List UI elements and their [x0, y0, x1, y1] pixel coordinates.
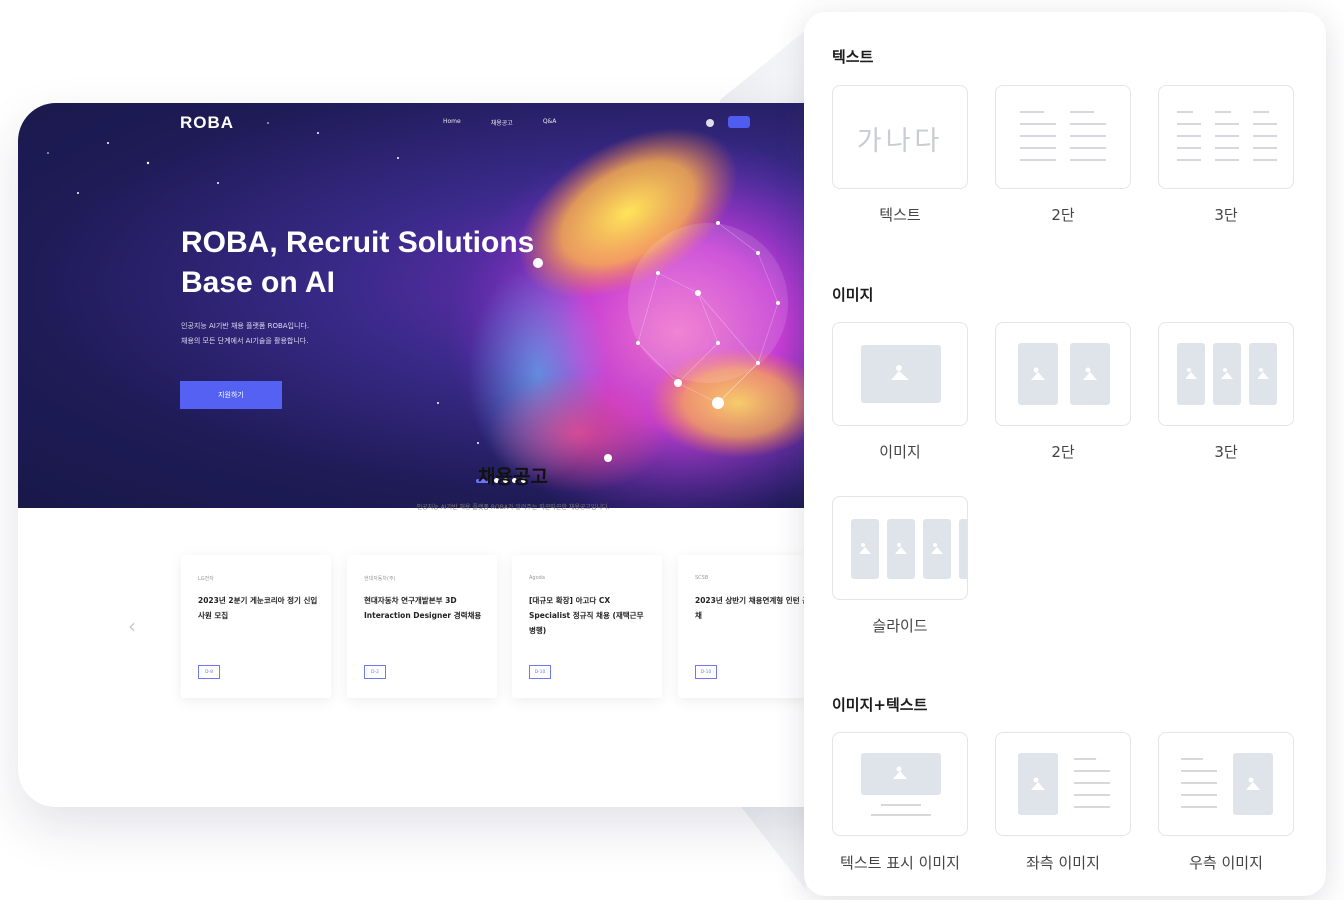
tile-label-image-2col: 2단 [1051, 443, 1075, 461]
three-column-text-icon [1177, 111, 1277, 161]
right-image-text-icon [1181, 753, 1273, 815]
section-title-image-text: 이미지+텍스트 [832, 696, 928, 714]
chevron-left-icon[interactable]: ‹ [128, 614, 136, 638]
layout-block-panel: 텍스트 가나다 텍스트 2단 3단 이미지 이미지 2단 3단 슬라이드 이미지… [804, 12, 1326, 896]
text-sample: 가나다 [856, 126, 944, 157]
image-placeholder-icon [861, 345, 941, 403]
tile-text[interactable]: 가나다 [832, 85, 968, 189]
job-title: 2023년 2분기 게눈코리아 정기 신입사원 모집 [198, 596, 318, 620]
tile-image-3col[interactable] [1158, 322, 1294, 426]
two-image-icon [1018, 343, 1110, 405]
section-title-text: 텍스트 [832, 48, 874, 66]
jobs-subtitle: 인공지능 AI기반 채용 플랫폼 ROBA가 알려주는 따끈따끈한 채용공고입니… [416, 504, 610, 511]
job-company: 현대자동차(주) [364, 576, 396, 582]
dday-badge: D-10 [695, 665, 717, 679]
job-title: 2023년 상반기 채용연계형 인턴 공채 [695, 596, 810, 620]
tile-label-image: 이미지 [879, 443, 921, 461]
tile-right-image[interactable] [1158, 732, 1294, 836]
tile-label-image-3col: 3단 [1214, 443, 1238, 461]
tile-left-image[interactable] [995, 732, 1131, 836]
tile-label-text: 텍스트 [879, 206, 921, 224]
tile-label-caption-image: 텍스트 표시 이미지 [840, 854, 960, 872]
tile-image-2col[interactable] [995, 322, 1131, 426]
slide-image-icon [851, 519, 967, 579]
left-image-text-icon [1018, 753, 1110, 815]
tile-label-2col: 2단 [1051, 206, 1075, 224]
jobs-section: 채용공고 인공지능 AI기반 채용 플랫폼 ROBA가 알려주는 따끈따끈한 채… [18, 103, 898, 714]
job-company: Agoda [529, 575, 545, 581]
image-caption-icon [861, 753, 941, 816]
tile-label-slide: 슬라이드 [872, 617, 928, 635]
jobs-title: 채용공고 [478, 466, 548, 488]
section-title-image: 이미지 [832, 286, 874, 304]
job-company: SCSB [695, 575, 709, 581]
job-card[interactable]: LG전자 2023년 2분기 게눈코리아 정기 신입사원 모집 D-8 [181, 555, 331, 698]
job-card[interactable]: 현대자동차(주) 현대자동차 연구개발본부 3D Interaction Des… [347, 555, 497, 698]
three-image-icon [1177, 343, 1277, 405]
tile-label-right-image: 우측 이미지 [1189, 854, 1263, 872]
dday-badge: D-8 [198, 665, 220, 679]
tile-label-left-image: 좌측 이미지 [1026, 854, 1100, 872]
tile-image-slide[interactable] [832, 496, 968, 600]
job-company: LG전자 [198, 576, 214, 582]
job-card[interactable]: Agoda [대규모 확장] 아고다 CX Specialist 정규직 채용 … [512, 555, 662, 698]
tile-text-3col[interactable] [1158, 85, 1294, 189]
job-title: 현대자동차 연구개발본부 3D Interaction Designer 경력채… [364, 596, 482, 620]
tile-image-with-caption[interactable] [832, 732, 968, 836]
two-column-text-icon [1020, 111, 1106, 161]
dday-badge: D-2 [364, 665, 386, 679]
tile-text-2col[interactable] [995, 85, 1131, 189]
job-title: [대규모 확장] 아고다 CX Specialist 정규직 채용 (재택근무 … [529, 596, 644, 635]
dday-badge: D-10 [529, 665, 551, 679]
tile-label-3col: 3단 [1214, 206, 1238, 224]
tile-image[interactable] [832, 322, 968, 426]
